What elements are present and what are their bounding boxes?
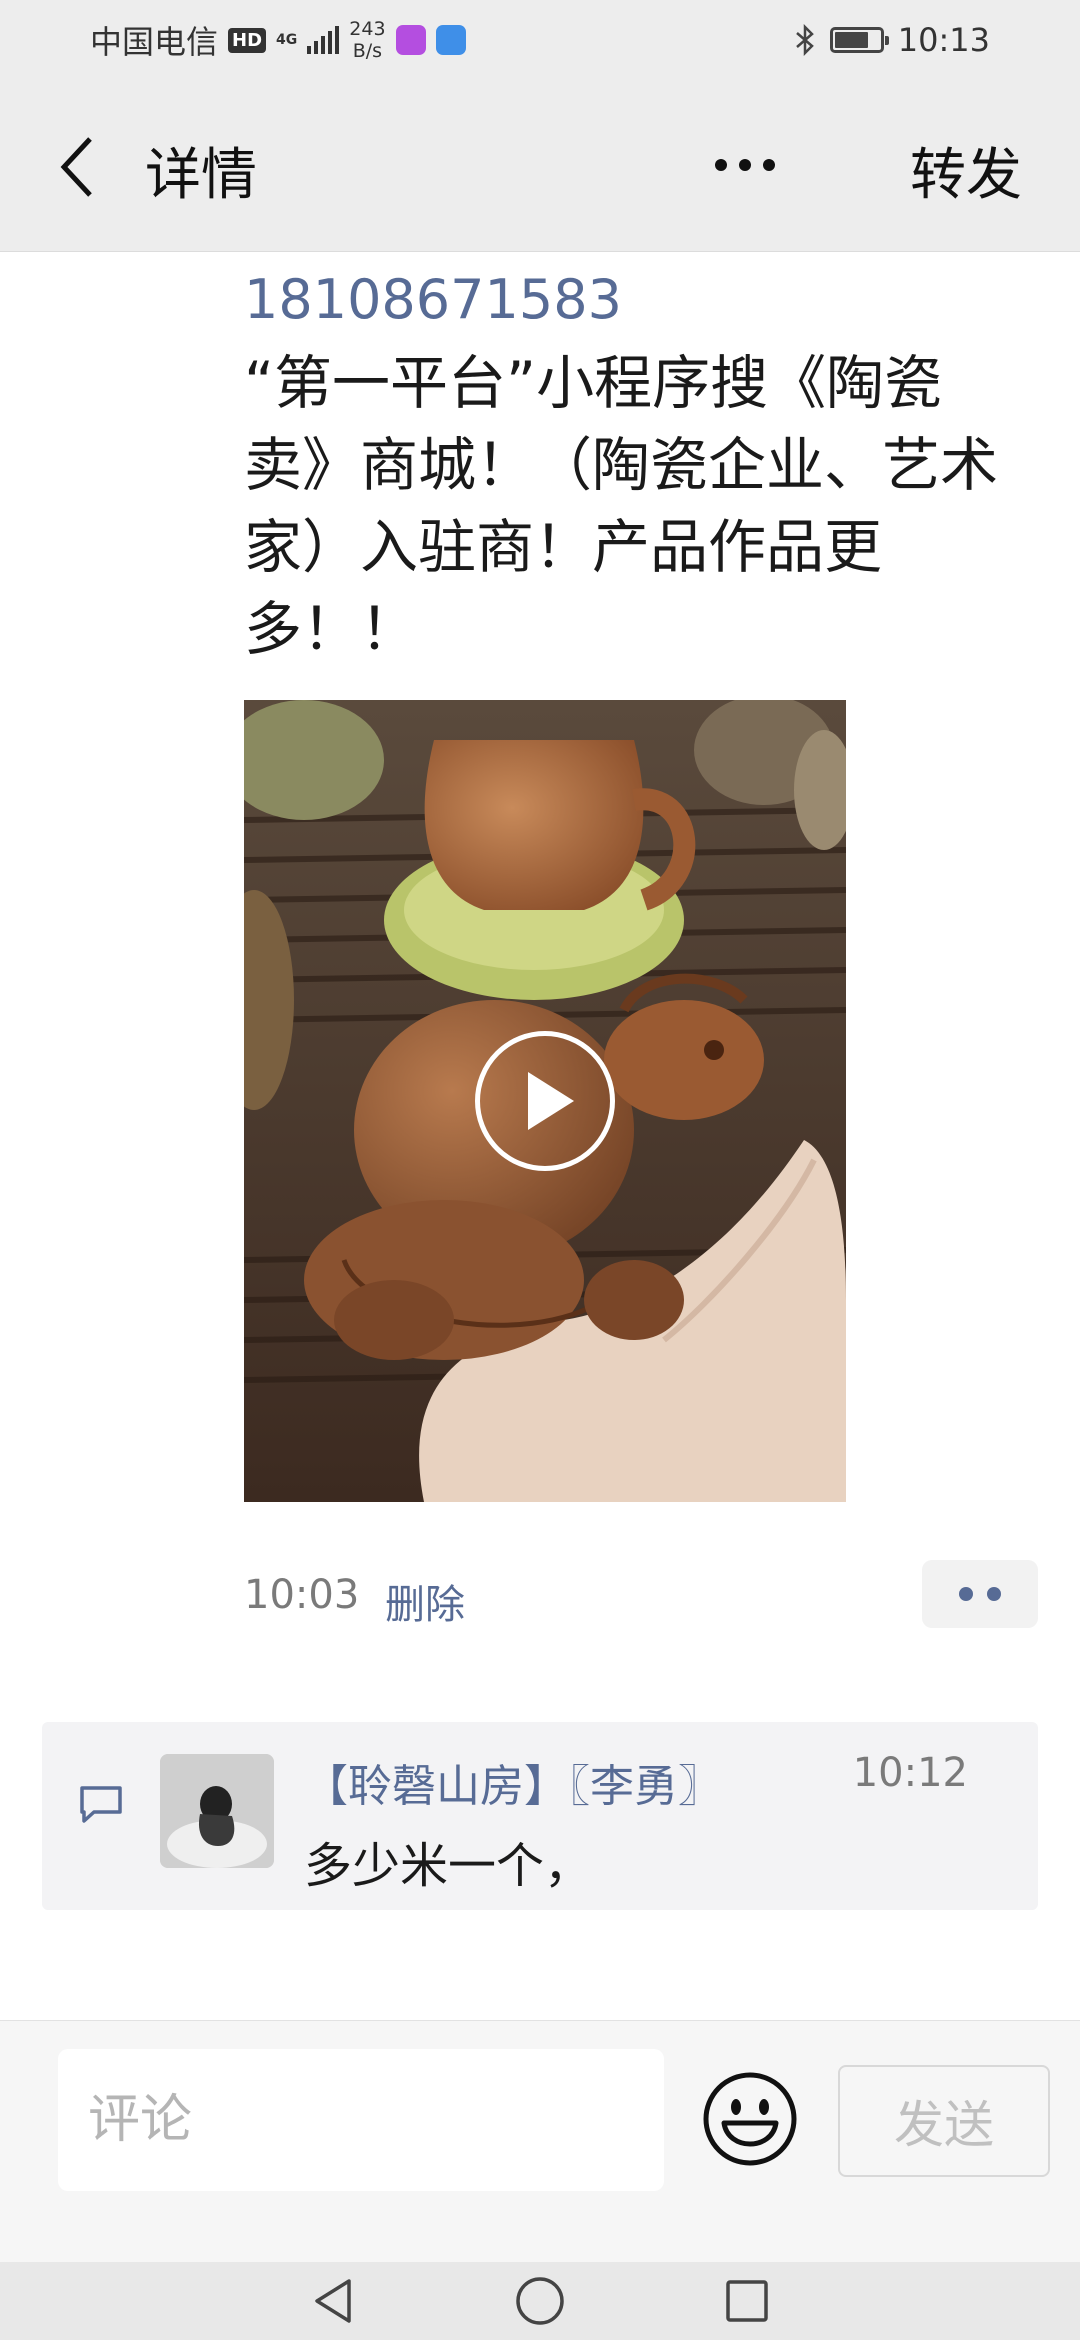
chevron-left-icon [60,137,92,197]
signal-icon [307,26,340,54]
comment-section: 【聆磬山房】〖李勇〗 10:12 多少米一个， [42,1722,1038,1910]
speed-unit: B/s [352,40,383,62]
delete-link[interactable]: 删除 [385,1572,465,1630]
post-text: “第一平台”小程序搜《陶瓷卖》商城！（陶瓷企业、艺术家）入驻商！产品作品更多！！ [244,349,999,663]
network-type: 4G [276,33,297,47]
video-thumbnail[interactable] [244,700,846,1502]
carrier-label: 中国电信 [90,23,219,61]
avatar[interactable] [160,1754,274,1868]
avatar-image [160,1754,274,1868]
more-dot [959,1587,973,1601]
app-notification-icon [395,25,426,55]
battery-icon [829,27,889,53]
post-actions-button[interactable] [922,1560,1038,1628]
network-speed: 243 B/s [349,18,385,62]
nav-back-button[interactable] [303,2271,363,2331]
smiley-icon[interactable] [702,2071,798,2167]
more-dot [739,159,751,171]
comment-author-link[interactable]: 【聆磬山房】〖李勇〗 [304,1750,722,1814]
network-label: 4G [276,32,298,48]
square-recent-icon [725,2280,768,2322]
status-right: 10:13 [794,21,990,59]
hd-badge: HD [228,27,267,53]
more-dot [763,159,775,171]
more-dot [987,1587,1001,1601]
contact-phone-link[interactable]: 18108671583 [244,268,622,331]
comment-input-bar: 发送 [0,2020,1080,2262]
forward-button[interactable]: 转发 [910,130,1022,211]
circle-home-icon [516,2277,564,2325]
status-left: 中国电信 HD 4G 243 B/s [90,17,466,63]
speed-value: 243 [349,18,386,40]
battery-fill [834,32,868,48]
app-notification-icon [435,25,466,55]
back-button[interactable] [48,132,108,202]
nav-header: 详情 转发 [0,80,1080,252]
page-title: 详情 [145,143,257,208]
nav-home-button[interactable] [510,2271,570,2331]
status-bar: 中国电信 HD 4G 243 B/s 10:13 [0,0,1080,80]
post-time: 10:03 [244,1572,360,1618]
play-button[interactable] [475,1031,615,1171]
more-dot [715,159,727,171]
comment-bubble-icon [80,1786,122,1823]
play-icon [528,1072,574,1130]
system-nav-bar [0,2262,1080,2340]
more-button[interactable] [700,140,790,190]
bluetooth-icon [795,24,814,56]
comment-text[interactable]: 多少米一个， [304,1826,592,1896]
clock: 10:13 [897,21,990,59]
comment-time: 10:12 [852,1750,968,1796]
triangle-back-icon [315,2279,352,2323]
send-button[interactable]: 发送 [838,2065,1050,2177]
comment-input[interactable] [58,2049,664,2191]
nav-recent-button[interactable] [717,2271,777,2331]
